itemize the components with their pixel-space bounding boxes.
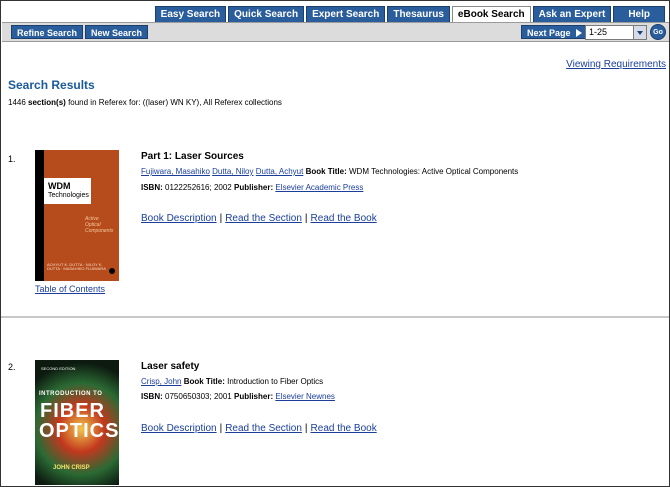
table-of-contents-link[interactable]: Table of Contents (35, 284, 105, 294)
result-actions: Book Description | Read the Section | Read t… (141, 423, 377, 434)
read-section-link[interactable]: Read the Section (225, 423, 302, 434)
result-actions: Book Description | Read the Section | Read t… (141, 213, 377, 224)
result-authors-line: Fujiwara, Masahiko Dutta, Niloy Dutta, A… (141, 167, 518, 176)
refine-search-button[interactable]: Refine Search (11, 25, 84, 39)
viewing-requirements-link[interactable]: Viewing Requirements (566, 59, 666, 70)
next-page-label: Next Page (527, 28, 571, 38)
book-title-value: Introduction to Fiber Optics (227, 377, 324, 386)
author-link[interactable]: Dutta, Achyut (256, 167, 304, 176)
tab-expert-search[interactable]: Expert Search (306, 6, 386, 22)
cover-title-line3: OPTICS (39, 420, 119, 442)
results-range-select[interactable]: 1-25 (585, 25, 647, 40)
publisher-label: Publisher: (233, 183, 274, 192)
isbn-value: 0750650303; 2001 (165, 392, 232, 401)
tab-ebook-search[interactable]: eBook Search (451, 6, 531, 22)
author-link[interactable]: Dutta, Niloy (212, 167, 253, 176)
read-book-link[interactable]: Read the Book (311, 213, 377, 224)
author-link[interactable]: Crisp, John (141, 377, 181, 386)
result-authors-line: Crisp, John Book Title: Introduction to … (141, 377, 323, 386)
tab-quick-search[interactable]: Quick Search (228, 6, 305, 22)
cover-title-line1: INTRODUCTION TO (39, 391, 103, 397)
separator: | (304, 423, 308, 434)
result-title: Part 1: Laser Sources (141, 151, 244, 162)
isbn-label: ISBN: (141, 392, 163, 401)
book-title-label: Book Title: (305, 167, 347, 176)
separator: | (219, 213, 223, 224)
tab-ask-an-expert[interactable]: Ask an Expert (532, 6, 612, 22)
cover-title-line1: WDM (48, 181, 71, 191)
cover-author: JOHN CRISP (53, 465, 90, 471)
result-isbn-line: ISBN: 0750650303; 2001 Publisher: Elsevi… (141, 392, 335, 401)
next-page-button[interactable]: Next Page (521, 25, 586, 39)
cover-spine (35, 150, 44, 281)
isbn-value: 0122252616; 2002 (165, 183, 232, 192)
results-query: found in Referex for: ((laser) WN KY), A… (68, 98, 282, 107)
read-book-link[interactable]: Read the Book (311, 423, 377, 434)
separator: | (304, 213, 308, 224)
page-title: Search Results (8, 78, 95, 92)
cover-edition: SECOND EDITION (41, 366, 76, 371)
go-button[interactable]: Go (650, 24, 666, 40)
result-title: Laser safety (141, 361, 200, 372)
result-number: 1. (8, 154, 16, 164)
book-cover-fiber-optics[interactable]: SECOND EDITION INTRODUCTION TO FIBER OPT… (35, 360, 119, 485)
publisher-link[interactable]: Elsevier Academic Press (275, 183, 363, 192)
results-page: Easy Search Quick Search Expert Search T… (0, 0, 670, 487)
read-section-link[interactable]: Read the Section (225, 213, 302, 224)
publisher-logo-icon (109, 268, 115, 274)
tab-help[interactable]: Help (613, 6, 665, 22)
isbn-label: ISBN: (141, 183, 163, 192)
results-toolbar: Refine Search New Search Next Page 1-25 … (2, 22, 669, 42)
cover-title-line2: Technologies (48, 192, 89, 199)
separator: | (219, 423, 223, 434)
chevron-down-icon (633, 26, 646, 39)
book-description-link[interactable]: Book Description (141, 213, 217, 224)
result-number: 2. (8, 362, 16, 372)
cover-authors: ACHYUT K. DUTTA · NILOY K. DUTTA · MASAH… (47, 262, 106, 271)
publisher-label: Publisher: (233, 392, 274, 401)
results-range-value: 1-25 (589, 27, 608, 37)
book-description-link[interactable]: Book Description (141, 423, 217, 434)
results-summary: 1446 section(s) found in Referex for: ((… (8, 98, 282, 107)
results-unit-label: section(s) (28, 98, 66, 107)
result-divider (1, 316, 669, 318)
results-count: 1446 (8, 98, 26, 107)
book-cover-wdm-technologies[interactable]: WDM Technologies Active Optical Componen… (35, 150, 119, 281)
cover-subtitle: Active Optical Components (85, 216, 114, 234)
top-tabs: Easy Search Quick Search Expert Search T… (154, 6, 665, 22)
author-link[interactable]: Fujiwara, Masahiko (141, 167, 210, 176)
tab-thesaurus[interactable]: Thesaurus (387, 6, 450, 22)
publisher-link[interactable]: Elsevier Newnes (275, 392, 335, 401)
result-isbn-line: ISBN: 0122252616; 2002 Publisher: Elsevi… (141, 183, 363, 192)
arrow-right-icon (575, 29, 582, 37)
new-search-button[interactable]: New Search (85, 25, 149, 39)
tab-easy-search[interactable]: Easy Search (154, 6, 227, 22)
book-title-value: WDM Technologies: Active Optical Compone… (349, 167, 519, 176)
book-title-label: Book Title: (183, 377, 225, 386)
